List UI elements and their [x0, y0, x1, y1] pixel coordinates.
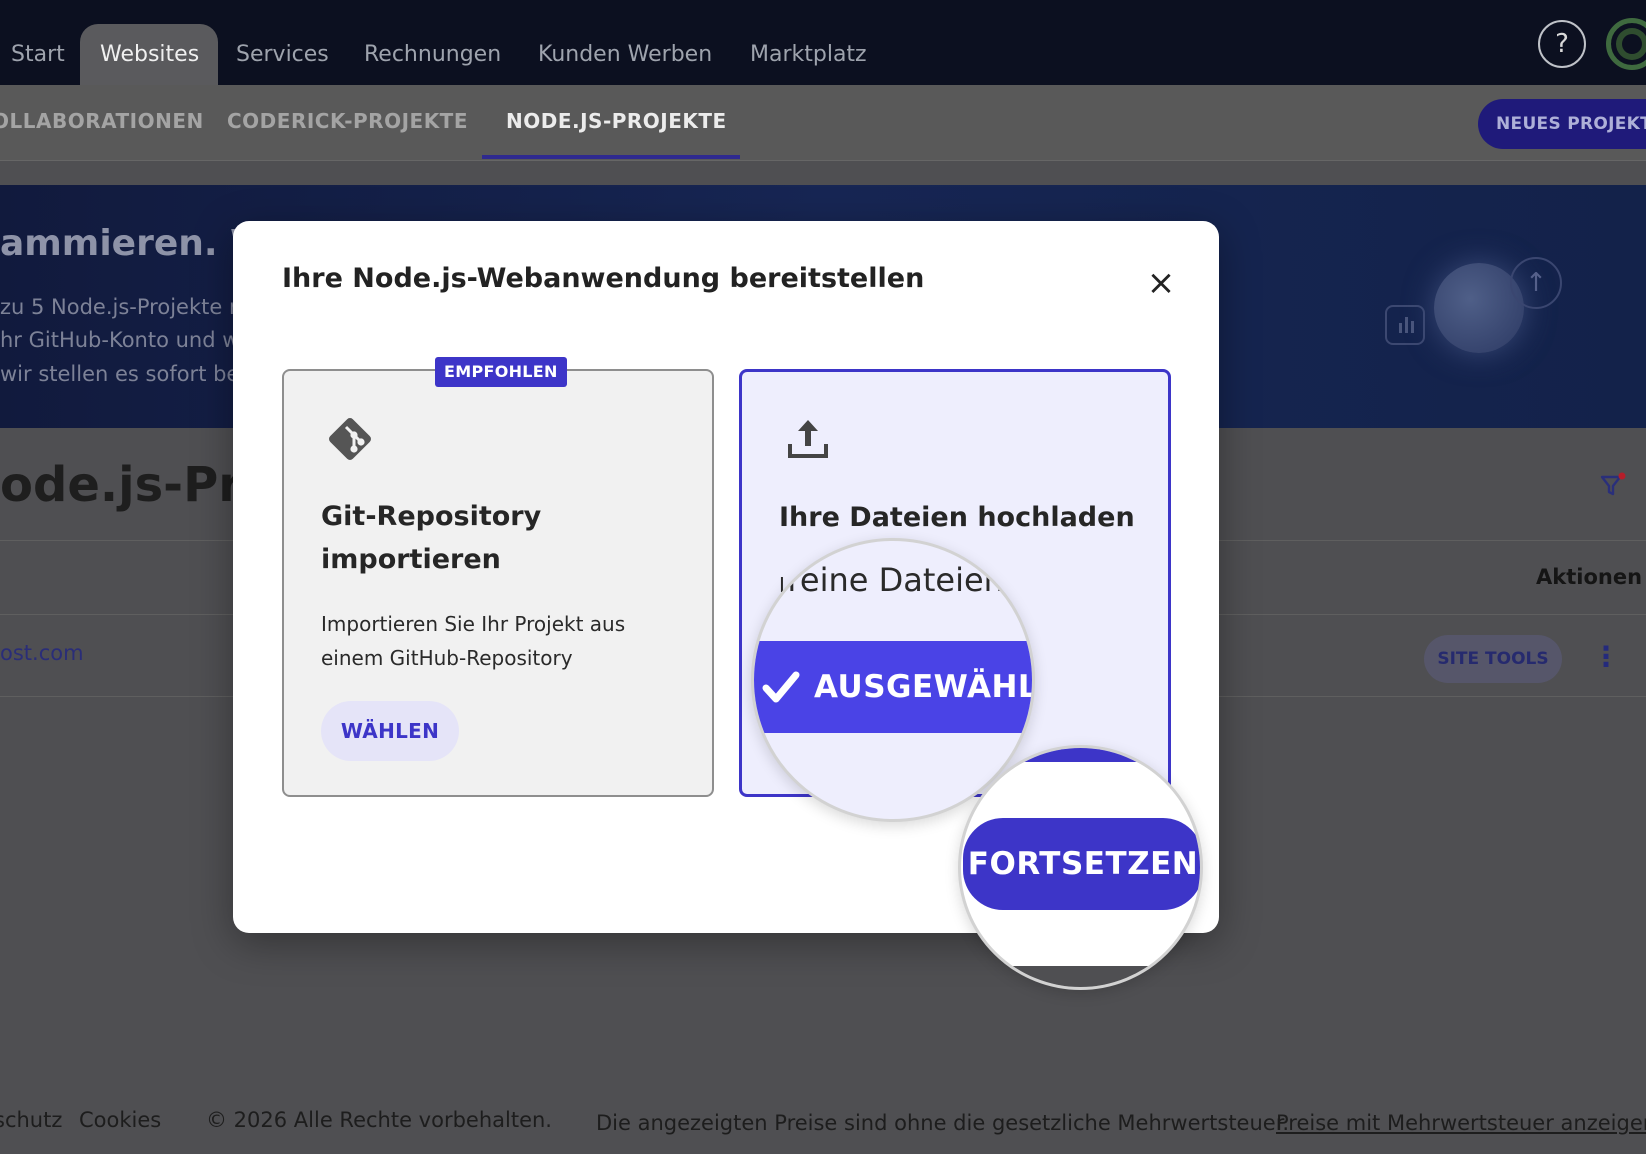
footer-vat-link[interactable]: Preise mit Mehrwertsteuer anzeigen	[1276, 1111, 1646, 1135]
footer-vat-note: Die angezeigten Preise sind ohne die ges…	[596, 1111, 1290, 1135]
upload-icon	[788, 420, 828, 458]
banner-text-line: wir stellen es sofort be	[0, 362, 240, 386]
new-project-button[interactable]: NEUES PROJEKT	[1478, 99, 1646, 149]
help-icon[interactable]: ?	[1538, 20, 1586, 68]
nav-tab-websites[interactable]: Websites	[80, 24, 218, 85]
nav-tab-kunden-werben[interactable]: Kunden Werben	[520, 24, 730, 85]
magnified-description: Ireine Dateien	[778, 561, 1004, 599]
banner-headline: ammieren. W	[0, 223, 270, 264]
active-tab-indicator	[482, 155, 740, 159]
site-tools-button[interactable]: SITE TOOLS	[1424, 635, 1562, 683]
git-card-description: Importieren Sie Ihr Projekt aus einem Gi…	[321, 612, 626, 670]
actions-column-header: Aktionen	[1536, 565, 1643, 589]
continue-button[interactable]: FORTSETZEN	[963, 818, 1200, 910]
footer-cookies-link[interactable]: Cookies	[79, 1108, 161, 1132]
top-navigation: Start Websites Services Rechnungen Kunde…	[0, 0, 1646, 85]
nav-tab-marktplatz[interactable]: Marktplatz	[732, 24, 885, 85]
magnifier-continue: FORTSETZEN	[958, 745, 1203, 990]
tab-coderick-projects[interactable]: CODERICK-PROJEKTE	[227, 109, 468, 133]
footer-privacy-link[interactable]: schutz	[0, 1108, 62, 1132]
selected-label: AUSGEWÄHLT	[814, 669, 1035, 705]
selected-indicator[interactable]: AUSGEWÄHLT	[754, 641, 1035, 733]
filter-icon[interactable]	[1600, 472, 1626, 498]
project-domain-link[interactable]: ost.com	[0, 641, 84, 665]
banner-text-line: hr GitHub-Konto und w	[0, 328, 240, 352]
chart-icon	[1385, 305, 1425, 345]
more-options-icon[interactable]: ⋮	[1592, 637, 1620, 677]
git-import-card[interactable]: EMPFOHLEN Git-Repository importieren Imp…	[282, 357, 714, 797]
nav-tab-start[interactable]: Start	[0, 24, 83, 85]
nav-tab-rechnungen[interactable]: Rechnungen	[346, 24, 519, 85]
footer-copyright: © 2026 Alle Rechte vorbehalten.	[206, 1108, 552, 1132]
banner-text-line: zu 5 Node.js-Projekte n	[0, 295, 243, 319]
git-icon	[329, 418, 371, 460]
avatar[interactable]	[1606, 18, 1646, 70]
tab-collaborations[interactable]: OLLABORATIONEN	[0, 109, 204, 133]
upload-card-title: Ihre Dateien hochladen	[779, 502, 1135, 533]
card-border-strip	[961, 748, 1200, 762]
recommended-badge: EMPFOHLEN	[435, 357, 567, 387]
card-background-strip	[961, 762, 1200, 802]
dialog-title: Ihre Node.js-Webanwendung bereitstellen	[282, 263, 925, 294]
git-card-title: Git-Repository importieren	[321, 501, 542, 575]
close-icon[interactable]: ×	[1143, 265, 1179, 301]
choose-git-button[interactable]: WÄHLEN	[321, 701, 459, 761]
project-tabs: OLLABORATIONEN CODERICK-PROJEKTE NODE.JS…	[0, 85, 1646, 161]
arrow-up-icon: ↑	[1510, 257, 1562, 309]
nav-tab-services[interactable]: Services	[218, 24, 347, 85]
tab-nodejs-projects[interactable]: NODE.JS-PROJEKTE	[506, 109, 727, 133]
backdrop-strip	[961, 966, 1200, 987]
checkmark-icon	[762, 671, 800, 703]
